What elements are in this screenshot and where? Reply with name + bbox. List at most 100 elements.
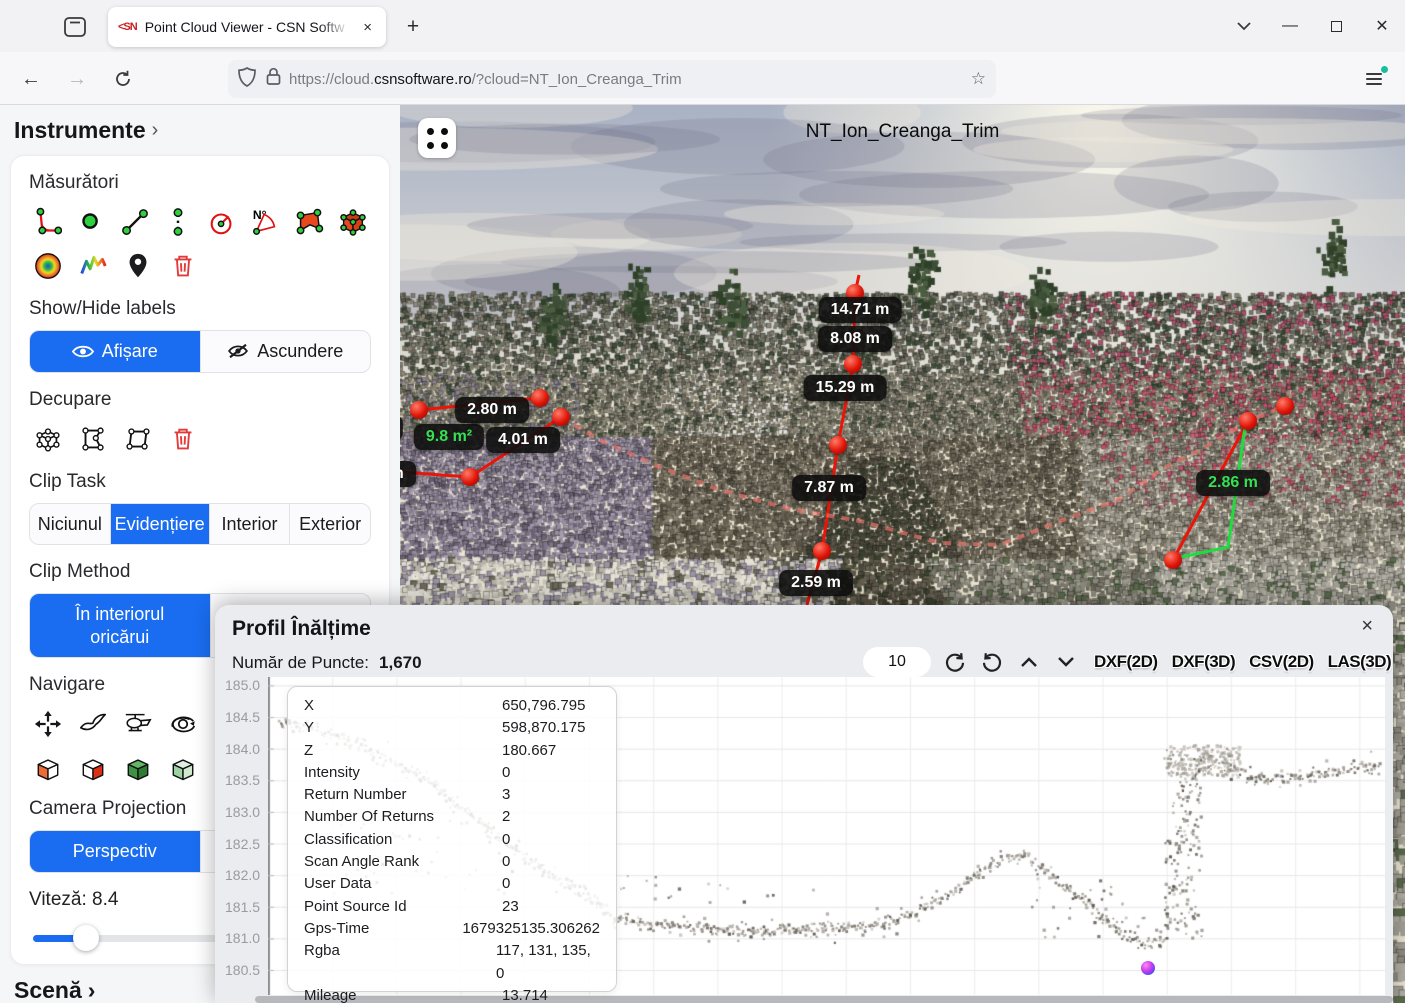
measure-point-icon[interactable] [73,204,110,240]
navigate-cube-front-icon[interactable] [74,750,112,786]
export-csv2d-button[interactable]: CSV(2D) [1249,652,1314,672]
measurement-label: 9.8 m² [414,424,484,450]
clip-task-option-interior[interactable]: Interior [210,504,291,545]
measurement-label: 8.08 m [818,326,892,352]
info-value: 0 [502,762,510,784]
maximize-button[interactable] [1313,6,1359,46]
viewport-menu-button[interactable] [418,118,456,158]
minimize-button[interactable]: — [1267,6,1313,46]
info-row: Point Source Id23 [304,896,600,918]
scene-section-title[interactable]: Scenă› [14,977,95,1003]
navigate-helicopter-icon[interactable] [119,706,157,742]
y-axis-tick-label: 182.5 [225,836,259,852]
info-key: Number Of Returns [304,806,502,828]
site-favicon: <SN [118,21,137,33]
navigate-cube-back-icon[interactable] [164,750,202,786]
camera-projection-option-perspectiv[interactable]: Perspectiv [30,831,201,872]
clip-task-option-exterior[interactable]: Exterior [290,504,370,545]
measure-azimuth-icon[interactable]: N° [247,204,284,240]
clip-clip-plane-icon[interactable] [119,421,157,457]
navigate-cube-solid-icon[interactable] [119,750,157,786]
navigate-orbit-icon[interactable] [164,706,202,742]
rotate-ccw-icon[interactable] [979,649,1005,675]
clip-task-option-niciunul[interactable]: Niciunul [30,504,111,545]
info-key: Y [304,717,502,739]
measure-delete-icon[interactable] [164,248,202,284]
measure-profile-icon[interactable] [74,248,112,284]
info-key: Classification [304,829,502,851]
clip-method-option-în-interiorul-oricărui[interactable]: În interiorul oricărui [30,594,211,657]
measurement-point-handle[interactable] [410,401,428,419]
measurement-label: 2.80 m [455,397,529,423]
measure-annotation-icon[interactable] [119,248,157,284]
export-las3d-button[interactable]: LAS(3D) [1328,652,1392,672]
export-dxf2d-button[interactable]: DXF(2D) [1094,652,1158,672]
measurement-label: 2.86 m [1196,470,1270,496]
clip-clip-polygon-icon[interactable] [74,421,112,457]
measure-height-icon[interactable] [160,204,197,240]
measurement-point-handle[interactable] [844,355,862,373]
clip-task-segmented: NiciunulEvidențiereInteriorExterior [29,503,371,546]
browser-tab[interactable]: <SN Point Cloud Viewer - CSN Softw × [108,7,386,47]
new-tab-button[interactable]: + [398,12,428,42]
clip-task-label: Evidențiere [115,513,205,536]
bookmark-star-icon[interactable]: ☆ [971,69,986,89]
info-key: X [304,695,502,717]
rotate-cw-icon[interactable] [942,649,968,675]
measure-volume-icon[interactable] [334,204,371,240]
measure-height-colors-icon[interactable] [29,248,67,284]
tab-close-icon[interactable]: × [359,17,376,38]
measure-angle-icon[interactable] [29,204,66,240]
clip-task-option-evidențiere[interactable]: Evidențiere [111,504,210,545]
measurement-point-handle[interactable] [1164,551,1182,569]
tab-list-chevron-icon[interactable] [1221,6,1267,46]
firefox-view-icon[interactable] [58,12,92,42]
navigate-move-icon[interactable] [29,706,67,742]
shield-icon[interactable] [238,67,256,92]
info-value: 0 [502,829,510,851]
measure-circle-icon[interactable] [204,204,241,240]
chevron-up-icon[interactable] [1016,649,1042,675]
profile-width-input[interactable] [863,647,931,677]
measurement-point-handle[interactable] [813,542,831,560]
clip-clip-box-icon[interactable] [29,421,67,457]
clip-method-title: Clip Method [29,561,371,583]
clip-delete-icon[interactable] [164,421,202,457]
show-hide-labels-option-afișare[interactable]: Afișare [30,331,201,372]
sidebar-title[interactable]: Instrumente› [14,117,400,144]
url-bar[interactable]: https://cloud.csnsoftware.ro/?cloud=NT_I… [228,60,996,98]
y-axis-tick-label: 182.0 [225,867,259,883]
export-dxf3d-button[interactable]: DXF(3D) [1172,652,1236,672]
measurement-point-handle[interactable] [829,436,847,454]
measurement-point-handle[interactable] [531,389,549,407]
measure-distance-icon[interactable] [116,204,153,240]
reload-icon[interactable] [106,62,140,96]
measurement-point-handle[interactable] [1276,397,1294,415]
measurement-point-handle[interactable] [552,408,570,426]
forward-button[interactable]: → [60,62,94,96]
info-value: 180.667 [502,740,556,762]
show-hide-labels-option-ascundere[interactable]: Ascundere [201,331,371,372]
navigate-cube-left-icon[interactable] [29,750,67,786]
info-row: Scan Angle Rank0 [304,851,600,873]
panel-close-icon[interactable]: × [1361,615,1373,638]
info-row: Classification0 [304,829,600,851]
lock-icon[interactable] [266,67,281,91]
selected-point-marker[interactable] [1141,961,1155,975]
back-button[interactable]: ← [14,62,48,96]
info-value: 0 [502,851,510,873]
chevron-down-icon[interactable] [1053,649,1079,675]
measurement-point-handle[interactable] [1239,412,1257,430]
info-row: Y598,870.175 [304,717,600,739]
slider-thumb[interactable] [73,925,99,951]
show-hide-labels-label: Afișare [102,340,158,363]
close-button[interactable]: ✕ [1359,6,1405,46]
clip-tools-row [29,421,371,457]
panel-title: Profil Înălțime [232,617,371,641]
navigate-fly-icon[interactable] [74,706,112,742]
measurement-point-handle[interactable] [461,468,479,486]
measure-area-icon[interactable] [291,204,328,240]
info-key: Intensity [304,762,502,784]
info-key: Scan Angle Rank [304,851,502,873]
y-axis-tick-label: 181.5 [225,899,259,915]
